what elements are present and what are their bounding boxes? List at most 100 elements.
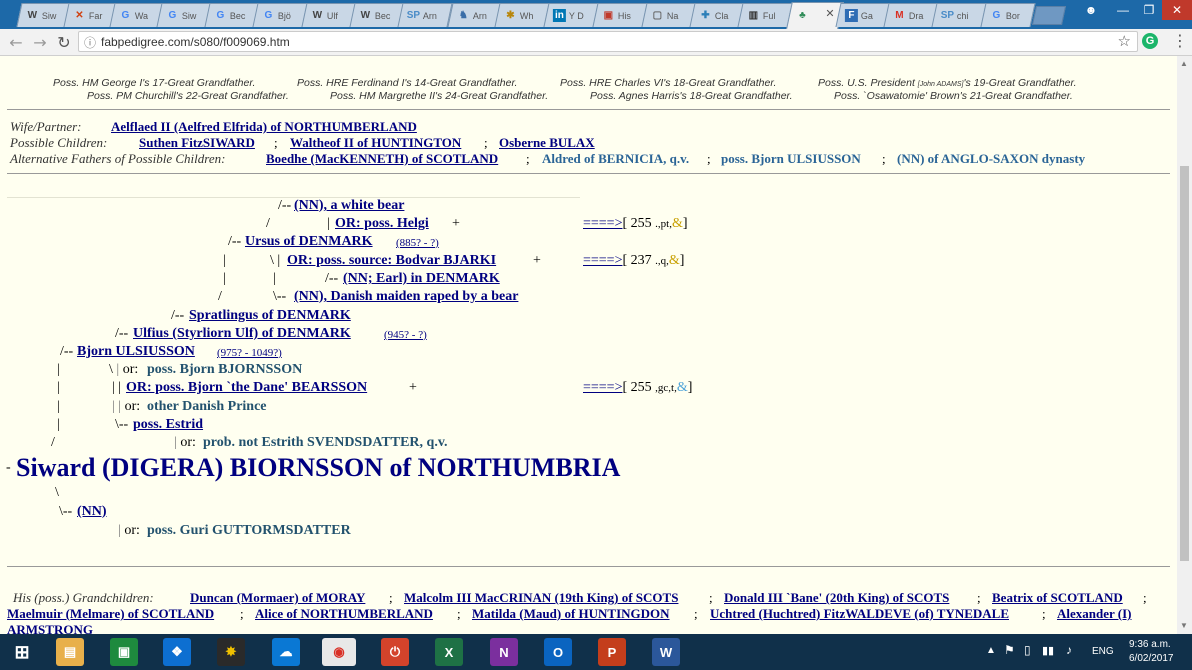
grandchild-link[interactable]: Alice of NORTHUMBERLAND xyxy=(255,606,433,622)
forward-icon[interactable]: → xyxy=(30,32,50,52)
browser-tab[interactable]: ▥ Ful xyxy=(737,3,793,27)
browser-tab[interactable]: ✚ Cla xyxy=(689,3,745,27)
tree-node-bjorn-ulsiusson[interactable]: Bjorn ULSIUSSON xyxy=(77,344,195,360)
grammarly-extension-icon[interactable]: G xyxy=(1142,33,1158,49)
poss-line: Poss. HRE Ferdinand I's 14-Great Grandfa… xyxy=(297,77,518,89)
browser-tab[interactable]: W Bec xyxy=(349,3,405,27)
browser-tab[interactable]: W Ulf xyxy=(301,3,357,27)
profile-icon[interactable]: ☻ xyxy=(1078,0,1104,20)
dropbox-icon[interactable]: ❖ xyxy=(163,638,191,666)
tree-node-ursus[interactable]: Ursus of DENMARK xyxy=(245,234,373,250)
browser-tab[interactable]: SP Arn xyxy=(397,3,453,27)
excel-icon[interactable]: X xyxy=(435,638,463,666)
child-link[interactable]: Osberne BULAX xyxy=(499,135,595,151)
browser-tab[interactable]: M Dra xyxy=(883,3,939,27)
close-tab-icon[interactable]: ✕ xyxy=(825,7,834,20)
tab-favicon-icon: in xyxy=(552,9,566,22)
browser-tab[interactable]: ✱ Wh xyxy=(494,3,550,27)
url-text[interactable]: fabpedigree.com/s080/f009069.htm xyxy=(101,35,290,49)
store-icon[interactable]: ▣ xyxy=(110,638,138,666)
ref-link[interactable]: ====>[ 237 .,q,&] xyxy=(583,253,684,269)
bookmark-star-icon[interactable]: ☆ xyxy=(1118,32,1131,50)
tree-node-bodvar[interactable]: OR: poss. source: Bodvar BJARKI xyxy=(287,253,496,269)
alt-father-text: Aldred of BERNICIA, q.v. xyxy=(542,151,690,166)
grandchild-link[interactable]: Donald III `Bane' (20th King) of SCOTS xyxy=(724,590,949,606)
divider xyxy=(7,109,1170,110)
tree-node-nn-earl[interactable]: (NN; Earl) in DENMARK xyxy=(343,271,500,287)
clock-date[interactable]: 6/02/2017 xyxy=(1129,653,1174,664)
power-app-icon[interactable]: ⏻ xyxy=(381,638,409,666)
child-link[interactable]: Waltheof II of HUNTINGTON xyxy=(290,135,461,151)
grandchild-link[interactable]: Beatrix of SCOTLAND xyxy=(992,590,1123,606)
tree-node-helgi[interactable]: OR: poss. Helgi xyxy=(335,216,429,232)
grandchild-link[interactable]: Maelmuir (Melmare) of SCOTLAND xyxy=(7,606,214,622)
chrome-icon[interactable]: ◉ xyxy=(322,638,356,666)
ref-link[interactable]: ====>[ 255 ,gc,t,&] xyxy=(583,380,692,396)
back-icon[interactable]: ← xyxy=(6,32,26,52)
child-link[interactable]: Suthen FitzSIWARD xyxy=(139,135,255,151)
grandchild-link[interactable]: Uchtred (Huchtred) FitzWALDEVE (of) TYNE… xyxy=(710,606,1009,622)
alt-father-link[interactable]: Boedhe (MacKENNETH) of SCOTLAND xyxy=(266,151,498,167)
onenote-icon[interactable]: N xyxy=(490,638,518,666)
grandchild-link[interactable]: Duncan (Mormaer) of MORAY xyxy=(190,590,365,606)
menu-icon[interactable]: ⋮ xyxy=(1172,31,1188,50)
tab-favicon-icon: ✚ xyxy=(701,9,710,21)
close-window-icon[interactable]: ✕ xyxy=(1162,0,1192,20)
tree-node-estrid[interactable]: poss. Estrid xyxy=(133,417,203,433)
tray-flag-icon[interactable]: ⚑ xyxy=(1004,643,1015,657)
grandchild-link[interactable]: Alexander (I) xyxy=(1057,606,1132,622)
tab-favicon-icon: G xyxy=(216,9,225,21)
info-icon[interactable]: ⓘ xyxy=(84,34,96,51)
scroll-up-icon[interactable]: ▲ xyxy=(1180,59,1188,68)
word-icon[interactable]: W xyxy=(652,638,680,666)
tree-node-mother[interactable]: (NN) xyxy=(77,504,107,520)
tree-node-bearsson[interactable]: OR: poss. Bjorn `the Dane' BEARSSON xyxy=(126,380,367,396)
wife-link[interactable]: Aelflaed II (Aelfred Elfrida) of NORTHUM… xyxy=(111,119,417,135)
scroll-down-icon[interactable]: ▼ xyxy=(1180,621,1188,630)
grandchild-link[interactable]: Matilda (Maud) of HUNTINGDON xyxy=(472,606,670,622)
address-bar[interactable]: ⓘ fabpedigree.com/s080/f009069.htm ☆ xyxy=(78,31,1138,52)
tab-label: Dra xyxy=(908,10,924,21)
tab-favicon-icon: ▥ xyxy=(748,9,759,21)
powerpoint-icon[interactable]: P xyxy=(598,638,626,666)
tree-node-ulfius[interactable]: Ulfius (Styrliorn Ulf) of DENMARK xyxy=(133,326,351,342)
new-tab-button[interactable] xyxy=(1031,6,1067,25)
browser-tab[interactable]: F Ga xyxy=(835,3,891,27)
browser-tab[interactable]: G Bor xyxy=(980,3,1036,27)
vertical-scrollbar[interactable]: ▲ ▼ xyxy=(1177,56,1192,634)
outlook-icon[interactable]: O xyxy=(544,638,572,666)
grandchild-link[interactable]: ARMSTRONG xyxy=(7,622,93,634)
scrollbar-thumb[interactable] xyxy=(1180,166,1189,561)
tree-node-white-bear[interactable]: (NN), a white bear xyxy=(294,198,404,214)
tree-text-other-prince: other Danish Prince xyxy=(147,399,267,414)
tree-node-spratlingus[interactable]: Spratlingus of DENMARK xyxy=(189,308,351,324)
tree-connector: | xyxy=(327,216,330,231)
browser-tab[interactable]: G Siw xyxy=(156,3,212,27)
volume-icon[interactable]: ♪ xyxy=(1066,643,1072,657)
minimize-icon[interactable]: — xyxy=(1110,0,1136,20)
browser-tab[interactable]: G Bjö xyxy=(252,3,308,27)
browser-tab[interactable]: ▢ Na xyxy=(641,3,697,27)
tray-device-icon[interactable]: ▯ xyxy=(1024,643,1031,657)
grandchild-link[interactable]: Malcolm III MacCRINAN (19th King) of SCO… xyxy=(404,590,678,606)
photos-app-icon[interactable]: ✸ xyxy=(217,638,245,666)
windows-start-icon[interactable]: ⊞ xyxy=(8,638,36,666)
browser-tab[interactable]: in Y D xyxy=(543,3,599,27)
tab-label: Ulf xyxy=(326,10,338,21)
tab-favicon-icon: M xyxy=(895,9,904,21)
tray-chevron-icon[interactable]: ▲ xyxy=(986,645,996,656)
clock-time[interactable]: 9:36 a.m. xyxy=(1129,639,1171,650)
tab-favicon-icon: ✕ xyxy=(75,9,84,21)
input-language[interactable]: ENG xyxy=(1092,646,1114,657)
restore-icon[interactable]: ❐ xyxy=(1136,0,1162,20)
file-explorer-icon[interactable]: ▤ xyxy=(56,638,84,666)
browser-tab[interactable]: SP chi xyxy=(931,3,987,27)
network-icon[interactable]: ▮▮ xyxy=(1042,644,1054,657)
ref-link[interactable]: ====>[ 255 .,pt,&] xyxy=(583,216,688,232)
tree-node-danish-maiden[interactable]: (NN), Danish maiden raped by a bear xyxy=(294,289,518,305)
browser-tab[interactable]: G Bec xyxy=(204,3,260,27)
divider xyxy=(7,566,1170,567)
onedrive-icon[interactable]: ☁ xyxy=(272,638,300,666)
browser-tab[interactable]: ▣ His xyxy=(592,3,648,27)
reload-icon[interactable]: ↻ xyxy=(54,32,74,52)
